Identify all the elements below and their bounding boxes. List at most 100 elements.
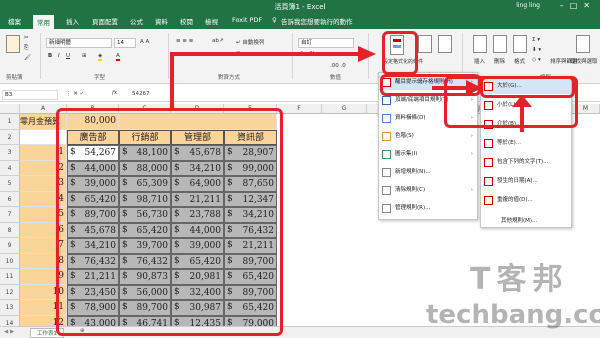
more-rules-item[interactable]: 其他規則(M)... [481,214,571,229]
font-size-box[interactable]: 14 [114,38,136,48]
insert-cells-icon[interactable] [473,35,487,53]
group-number: 數值 [330,75,342,81]
format-painter-icon[interactable]: 🖌 [24,55,31,61]
selection-annotation [56,108,283,336]
align-top-icon[interactable]: ≡ ≡ ≡ [176,38,193,44]
row-header[interactable]: 4 [0,160,20,176]
tab-insert[interactable]: 插入 [66,16,79,26]
row-header[interactable]: 11 [0,269,20,285]
tab-foxit[interactable]: Foxit PDF [232,16,262,24]
cf-menu-item[interactable]: 清除規則(C) › [379,183,477,198]
number-format-value: 自訂 [301,40,313,46]
format-as-table-icon[interactable] [418,35,432,53]
row-header[interactable]: 1 [0,114,20,130]
bold-icon[interactable]: B [48,53,52,59]
paste-icon[interactable] [6,35,20,53]
delete-cells-icon[interactable] [493,35,507,53]
submenu-item[interactable]: 等於(E)... [481,136,571,151]
tab-home[interactable]: 常用 [33,15,54,29]
select-all-corner[interactable] [0,104,20,114]
italic-icon[interactable]: I [58,53,60,59]
name-box[interactable]: B3 [2,90,58,100]
divider [40,33,41,79]
number-format-box[interactable]: 自訂 [298,38,354,48]
tab-formulas[interactable]: 公式 [130,16,143,26]
user-name[interactable]: ling ling [516,2,540,9]
arrow-line [170,52,366,56]
underline-icon[interactable]: U [66,53,70,59]
row-header[interactable]: 9 [0,238,20,254]
insert-button[interactable]: 插入 [474,57,485,65]
cf-menu-item-label: 色階(S) [395,133,414,139]
row-header[interactable]: 2 [0,129,20,145]
wrap-text-label: 自動換列 [242,40,265,46]
submenu-item[interactable]: 重複的值(D)... [481,193,571,208]
row-header[interactable]: 3 [0,145,20,161]
font-grow-icon[interactable]: A A [140,39,149,45]
delete-button[interactable]: 刪除 [494,57,505,65]
row-header[interactable]: 12 [0,284,20,300]
cf-menu-item[interactable]: 圖示集(I) › [379,147,477,162]
row-header[interactable]: 5 [0,176,20,192]
formula-controls-icon[interactable]: ⋮ ✕ ✓ [66,91,84,97]
formula-value[interactable]: 54267 [132,91,150,97]
divider [292,33,293,79]
fill-icon[interactable]: ⬇ ▾ [532,47,541,53]
border-icon[interactable]: ⊞ [82,53,87,59]
cf-button-annotation [382,31,418,75]
cut-icon[interactable]: ✂ [24,35,29,41]
submenu-item-label: 重複的值(D)... [497,197,533,203]
copy-icon[interactable]: ⎘ [24,45,28,52]
sheet-nav-icon[interactable]: ◀ ▶ [4,329,14,335]
cf-menu-item-icon [382,150,391,159]
submenu-item-icon [484,158,493,167]
tab-review[interactable]: 校閱 [180,16,193,26]
wrap-text-button[interactable]: ↵ 自動換列 [236,38,264,46]
window-controls[interactable]: –□✕ [560,1,596,10]
orientation-icon[interactable]: ab↗ [212,38,223,44]
row-header[interactable]: 13 [0,300,20,316]
tab-data[interactable]: 資料 [155,16,168,26]
autosum-icon[interactable]: Σ ▾ [532,37,540,43]
column-header[interactable]: F [277,104,322,114]
row-header[interactable]: 10 [0,253,20,269]
fx-icon[interactable]: fx [112,90,117,96]
row-header[interactable]: 7 [0,207,20,223]
cf-menu-item-icon [382,96,391,105]
cf-menu-item-label: 圖示集(I) [395,151,418,157]
name-box-value: B3 [5,92,13,98]
find-select-button[interactable]: 尋找與選取 [570,57,598,65]
format-button[interactable]: 格式 [514,57,525,65]
column-header[interactable]: G [322,104,367,114]
decimal-icon[interactable]: .00 .0 [330,63,346,69]
watermark-logo: T客邦 [470,262,569,297]
fill-color-icon[interactable]: ◈ [98,53,103,61]
tell-me-box[interactable]: 告訴我您想要執行的動作 [281,16,353,26]
arrow-head-up [512,95,532,107]
tell-me-icon[interactable]: ♀ [272,16,277,24]
clear-icon[interactable]: ◇ ▾ [532,57,541,63]
tab-view[interactable]: 檢視 [205,16,218,26]
find-select-icon[interactable] [576,35,590,53]
submenu-item-label: 包含下列的文字(T)... [497,159,549,165]
font-name-box[interactable]: 新細明體 [46,38,112,48]
cf-menu-item-label: 頂端/底端項目規則(T) [395,97,449,103]
submenu-item-icon [484,177,493,186]
cf-menu-item[interactable]: 新增規則(N)... [379,165,477,180]
cf-menu-item[interactable]: 色階(S) › [379,129,477,144]
format-cells-icon[interactable] [513,35,527,53]
submenu-item[interactable]: 包含下列的文字(T)... [481,155,571,170]
submenu-item[interactable]: 發生的日期(A)... [481,174,571,189]
cf-menu-item-icon [382,168,391,177]
chevron-right-icon: › [470,187,473,193]
row-header[interactable]: 8 [0,222,20,238]
tab-file[interactable]: 檔案 [8,16,21,26]
cf-menu-item[interactable]: 管理規則(R)... [379,201,477,216]
cell-styles-icon[interactable] [438,35,452,53]
cf-menu-item-label: 管理規則(R)... [395,205,431,211]
font-color-icon[interactable]: A [116,53,120,61]
tab-page-layout[interactable]: 頁面配置 [92,16,118,26]
row-header[interactable]: 6 [0,191,20,207]
cf-menu-item-label: 新增規則(N)... [395,169,431,175]
ribbon-tabs: 檔案 常用 插入 頁面配置 公式 資料 校閱 檢視 Foxit PDF ♀ 告訴… [0,13,600,29]
